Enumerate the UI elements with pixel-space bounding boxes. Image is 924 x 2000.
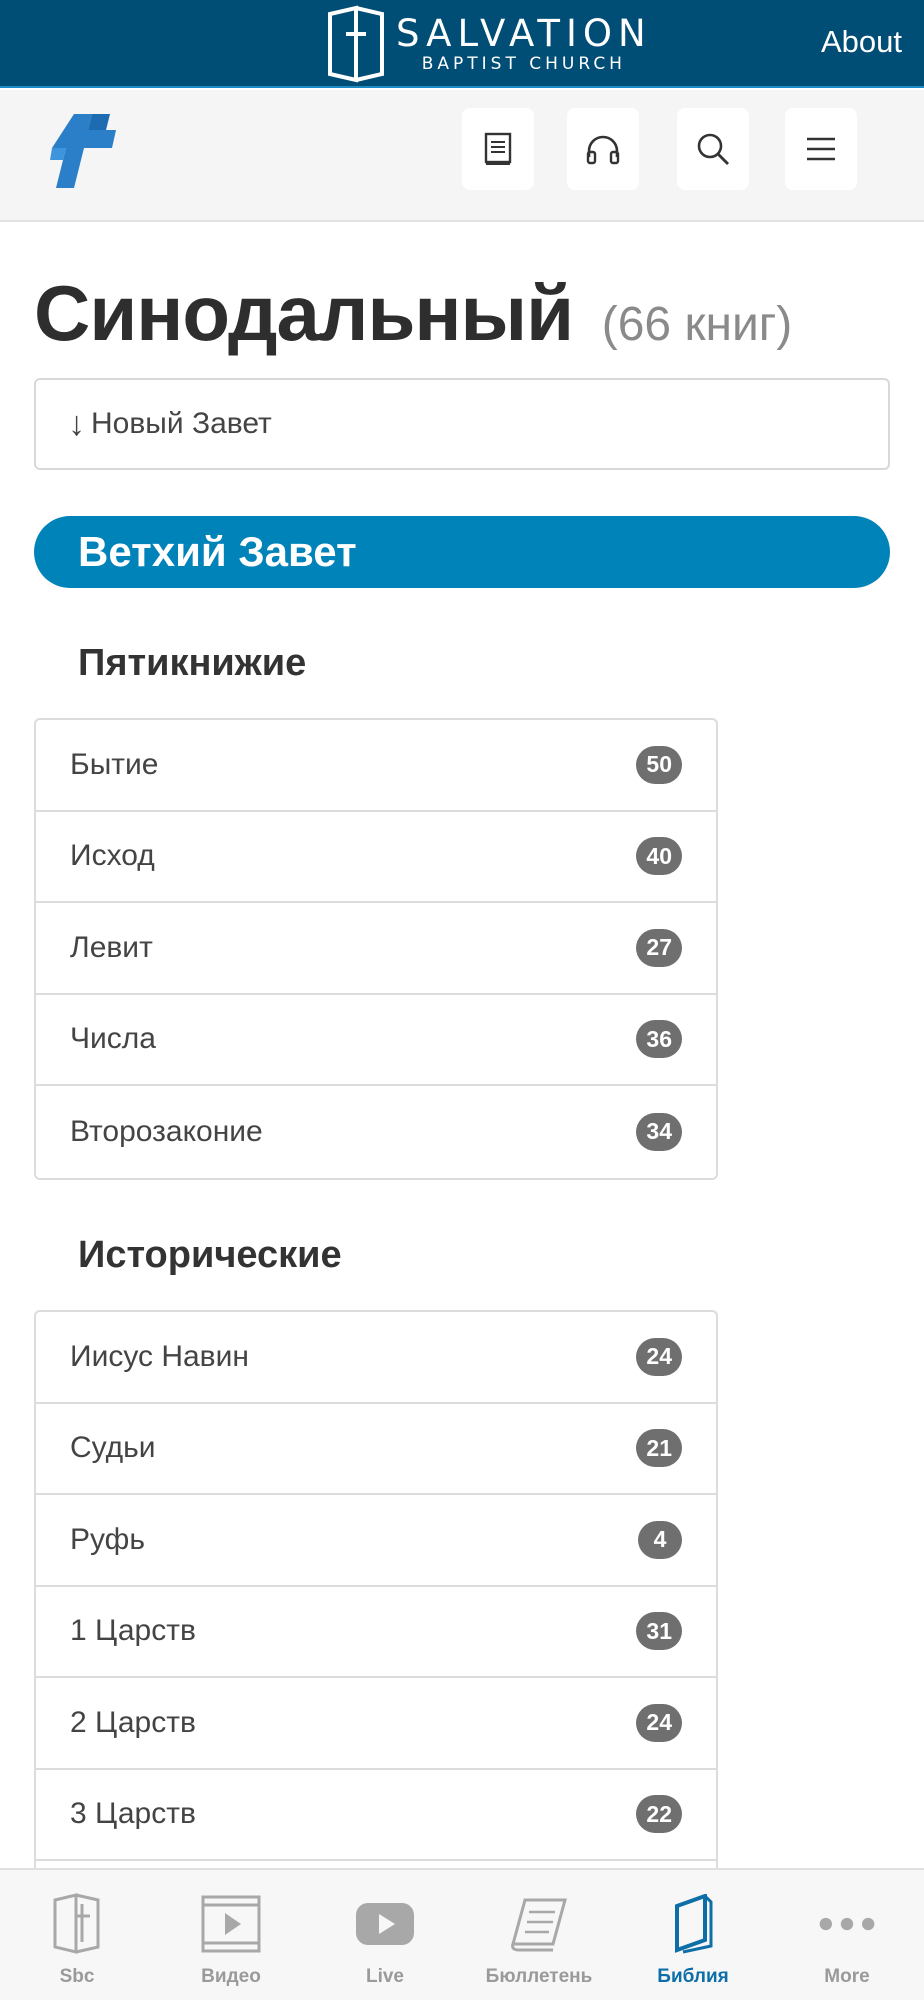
search-icon bbox=[697, 133, 729, 165]
tab-bible[interactable]: Библия bbox=[616, 1870, 770, 2000]
section-title: Исторические bbox=[78, 1234, 342, 1276]
search-button[interactable] bbox=[677, 108, 749, 190]
book-name: 3 Царств bbox=[70, 1797, 196, 1831]
section-title: Пятикнижие bbox=[78, 642, 307, 684]
jump-label: Новый Завет bbox=[91, 407, 272, 440]
bible-icon bbox=[675, 1894, 713, 1954]
translation-name: Синодальный bbox=[34, 269, 574, 357]
book-list: Бытие 50 Исход 40 Левит 27 Числа 36 Втор… bbox=[34, 718, 718, 1180]
church-logo-link[interactable]: SALVATION BAPTIST CHURCH bbox=[326, 2, 652, 86]
chapter-count-badge: 50 bbox=[636, 745, 682, 784]
book-item[interactable]: Судьи 21 bbox=[36, 1404, 716, 1495]
tab-label: Sbc bbox=[59, 1966, 95, 1987]
tab-live[interactable]: Live bbox=[308, 1870, 462, 2000]
book-item[interactable]: 3 Царств 22 bbox=[36, 1770, 716, 1861]
church-book-icon bbox=[53, 1893, 100, 1954]
tab-video[interactable]: Видео bbox=[154, 1870, 308, 2000]
tab-label: Библия bbox=[657, 1966, 729, 1987]
chapter-count-badge: 22 bbox=[636, 1795, 682, 1834]
book-item[interactable]: Бытие 50 bbox=[36, 720, 716, 812]
headphones-icon bbox=[586, 135, 620, 165]
book-list: Иисус Навин 24 Судьи 21 Руфь 4 1 Царств … bbox=[34, 1310, 718, 1930]
book-item[interactable]: Исход 40 bbox=[36, 812, 716, 903]
menu-icon bbox=[807, 137, 835, 161]
youtube-play-icon bbox=[356, 1903, 414, 1945]
menu-button[interactable] bbox=[785, 108, 857, 190]
testament-header: Ветхий Завет bbox=[34, 516, 890, 588]
brand-name: SALVATION bbox=[396, 12, 652, 55]
more-dots-icon bbox=[819, 1917, 875, 1931]
book-count: (66 книг) bbox=[601, 298, 793, 351]
chapter-count-badge: 34 bbox=[636, 1112, 682, 1151]
book-item[interactable]: Числа 36 bbox=[36, 995, 716, 1086]
book-item[interactable]: 2 Царств 24 bbox=[36, 1678, 716, 1770]
tab-label: Бюллетень bbox=[485, 1966, 593, 1987]
church-book-logo-icon bbox=[328, 5, 384, 83]
chapter-count-badge: 27 bbox=[636, 928, 682, 967]
chapter-count-badge: 21 bbox=[636, 1429, 682, 1468]
chapter-count-badge: 24 bbox=[636, 1337, 682, 1376]
jump-new-testament-button[interactable]: ↓ Новый Завет bbox=[34, 378, 890, 470]
chapter-count-badge: 24 bbox=[636, 1703, 682, 1742]
book-name: Числа bbox=[70, 1022, 156, 1056]
book-name: Исход bbox=[70, 839, 155, 873]
book-name: Руфь bbox=[70, 1522, 145, 1556]
book-item[interactable]: Левит 27 bbox=[36, 903, 716, 995]
tab-label: Live bbox=[365, 1966, 405, 1987]
tab-label: More bbox=[824, 1966, 870, 1987]
book-item[interactable]: Руфь 4 bbox=[36, 1495, 716, 1587]
tab-sbc[interactable]: Sbc bbox=[0, 1870, 154, 2000]
brand-bar: SALVATION BAPTIST CHURCH About bbox=[0, 0, 924, 88]
tab-more[interactable]: More bbox=[770, 1870, 924, 2000]
chapter-count-badge: 4 bbox=[638, 1520, 682, 1559]
book-name: Бытие bbox=[70, 747, 159, 781]
book-item[interactable]: Второзаконие 34 bbox=[36, 1086, 716, 1178]
book-name: 2 Царств bbox=[70, 1705, 196, 1739]
brand-subtitle: BAPTIST CHURCH bbox=[421, 54, 626, 74]
book-item[interactable]: Иисус Навин 24 bbox=[36, 1312, 716, 1404]
chapter-count-badge: 31 bbox=[636, 1612, 682, 1651]
scroll-icon bbox=[511, 1898, 567, 1952]
audio-button[interactable] bbox=[567, 108, 639, 190]
chapter-count-badge: 40 bbox=[636, 837, 682, 876]
tab-bulletin[interactable]: Бюллетень bbox=[462, 1870, 616, 2000]
chapter-count-badge: 36 bbox=[636, 1020, 682, 1059]
bible-reader-button[interactable] bbox=[462, 108, 534, 190]
video-icon bbox=[201, 1895, 261, 1953]
page-title: Синодальный (66 книг) bbox=[34, 268, 792, 359]
book-icon bbox=[484, 132, 512, 165]
book-item[interactable]: 1 Царств 31 bbox=[36, 1587, 716, 1678]
about-link[interactable]: About bbox=[821, 24, 902, 60]
app-header bbox=[0, 90, 924, 222]
book-name: Иисус Навин bbox=[70, 1339, 249, 1373]
book-name: 1 Царств bbox=[70, 1614, 196, 1648]
book-name: Судьи bbox=[70, 1431, 156, 1465]
book-name: Второзаконие bbox=[70, 1114, 263, 1148]
book-name: Левит bbox=[70, 930, 153, 964]
app-logo-icon[interactable] bbox=[48, 110, 120, 192]
tab-label: Видео bbox=[201, 1966, 261, 1987]
bottom-tab-bar: Sbc Видео Live Бюллетень Библия More bbox=[0, 1868, 924, 2000]
arrow-down-icon: ↓ bbox=[68, 404, 85, 443]
